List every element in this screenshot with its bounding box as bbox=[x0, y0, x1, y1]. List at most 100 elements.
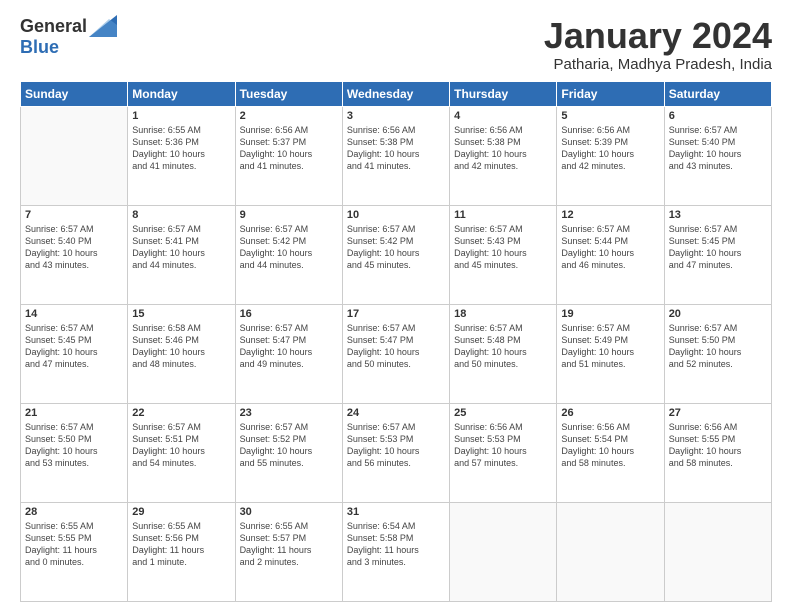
day-content: Sunrise: 6:56 AM Sunset: 5:55 PM Dayligh… bbox=[669, 421, 767, 470]
header: General Blue January 2024 Patharia, Madh… bbox=[20, 16, 772, 73]
calendar-cell: 30Sunrise: 6:55 AM Sunset: 5:57 PM Dayli… bbox=[235, 502, 342, 601]
calendar-cell bbox=[557, 502, 664, 601]
weekday-header-tuesday: Tuesday bbox=[235, 81, 342, 106]
day-number: 19 bbox=[561, 308, 659, 320]
day-content: Sunrise: 6:56 AM Sunset: 5:54 PM Dayligh… bbox=[561, 421, 659, 470]
day-content: Sunrise: 6:57 AM Sunset: 5:41 PM Dayligh… bbox=[132, 223, 230, 272]
day-content: Sunrise: 6:56 AM Sunset: 5:53 PM Dayligh… bbox=[454, 421, 552, 470]
day-content: Sunrise: 6:57 AM Sunset: 5:40 PM Dayligh… bbox=[669, 124, 767, 173]
calendar-cell: 12 Sunrise: 6:57 AM Sunset: 5:44 PM Dayli… bbox=[557, 205, 664, 304]
day-number: 17 bbox=[347, 308, 445, 320]
calendar-cell: 17 Sunrise: 6:57 AM Sunset: 5:47 PM Dayli… bbox=[342, 304, 449, 403]
calendar-cell: 13 Sunrise: 6:57 AM Sunset: 5:45 PM Dayli… bbox=[664, 205, 771, 304]
calendar-cell: 6 Sunrise: 6:57 AM Sunset: 5:40 PM Daylig… bbox=[664, 106, 771, 205]
calendar-cell: 22 Sunrise: 6:57 AM Sunset: 5:51 PM Dayli… bbox=[128, 403, 235, 502]
day-number: 27 bbox=[669, 407, 767, 419]
calendar-cell: 28 Sunrise: 6:55 AM Sunset: 5:55 PM Dayli… bbox=[21, 502, 128, 601]
calendar-cell: 1 Sunrise: 6:55 AM Sunset: 5:36 PM Daylig… bbox=[128, 106, 235, 205]
day-content: Sunrise: 6:54 AM Sunset: 5:58 PM Dayligh… bbox=[347, 520, 445, 569]
day-number: 22 bbox=[132, 407, 230, 419]
day-content: Sunrise: 6:56 AM Sunset: 5:38 PM Dayligh… bbox=[454, 124, 552, 173]
day-number: 1 bbox=[132, 110, 230, 122]
day-number: 13 bbox=[669, 209, 767, 221]
day-number: 8 bbox=[132, 209, 230, 221]
week-row-5: 28 Sunrise: 6:55 AM Sunset: 5:55 PM Dayli… bbox=[21, 502, 772, 601]
logo: General Blue bbox=[20, 16, 117, 58]
day-number: 21 bbox=[25, 407, 123, 419]
calendar-cell: 20 Sunrise: 6:57 AM Sunset: 5:50 PM Dayli… bbox=[664, 304, 771, 403]
day-content: Sunrise: 6:57 AM Sunset: 5:45 PM Dayligh… bbox=[25, 322, 123, 371]
title-area: January 2024 Patharia, Madhya Pradesh, I… bbox=[544, 16, 772, 73]
weekday-header-thursday: Thursday bbox=[450, 81, 557, 106]
calendar-cell: 21 Sunrise: 6:57 AM Sunset: 5:50 PM Dayli… bbox=[21, 403, 128, 502]
day-content: Sunrise: 6:57 AM Sunset: 5:42 PM Dayligh… bbox=[240, 223, 338, 272]
week-row-2: 7Sunrise: 6:57 AM Sunset: 5:40 PM Daylig… bbox=[21, 205, 772, 304]
day-number: 11 bbox=[454, 209, 552, 221]
calendar-cell: 9 Sunrise: 6:57 AM Sunset: 5:42 PM Daylig… bbox=[235, 205, 342, 304]
calendar-cell: 10 Sunrise: 6:57 AM Sunset: 5:42 PM Dayli… bbox=[342, 205, 449, 304]
week-row-3: 14 Sunrise: 6:57 AM Sunset: 5:45 PM Dayli… bbox=[21, 304, 772, 403]
calendar-cell: 24Sunrise: 6:57 AM Sunset: 5:53 PM Dayli… bbox=[342, 403, 449, 502]
weekday-header-saturday: Saturday bbox=[664, 81, 771, 106]
day-number: 10 bbox=[347, 209, 445, 221]
calendar-cell: 3Sunrise: 6:56 AM Sunset: 5:38 PM Daylig… bbox=[342, 106, 449, 205]
day-content: Sunrise: 6:56 AM Sunset: 5:38 PM Dayligh… bbox=[347, 124, 445, 173]
day-number: 2 bbox=[240, 110, 338, 122]
calendar-table: SundayMondayTuesdayWednesdayThursdayFrid… bbox=[20, 81, 772, 602]
day-content: Sunrise: 6:58 AM Sunset: 5:46 PM Dayligh… bbox=[132, 322, 230, 371]
calendar-cell bbox=[664, 502, 771, 601]
calendar-cell: 15Sunrise: 6:58 AM Sunset: 5:46 PM Dayli… bbox=[128, 304, 235, 403]
day-content: Sunrise: 6:57 AM Sunset: 5:45 PM Dayligh… bbox=[669, 223, 767, 272]
day-content: Sunrise: 6:57 AM Sunset: 5:43 PM Dayligh… bbox=[454, 223, 552, 272]
location-title: Patharia, Madhya Pradesh, India bbox=[544, 56, 772, 73]
day-content: Sunrise: 6:55 AM Sunset: 5:55 PM Dayligh… bbox=[25, 520, 123, 569]
day-content: Sunrise: 6:56 AM Sunset: 5:37 PM Dayligh… bbox=[240, 124, 338, 173]
day-number: 16 bbox=[240, 308, 338, 320]
weekday-header-monday: Monday bbox=[128, 81, 235, 106]
day-content: Sunrise: 6:57 AM Sunset: 5:47 PM Dayligh… bbox=[347, 322, 445, 371]
day-content: Sunrise: 6:57 AM Sunset: 5:44 PM Dayligh… bbox=[561, 223, 659, 272]
calendar-cell: 26Sunrise: 6:56 AM Sunset: 5:54 PM Dayli… bbox=[557, 403, 664, 502]
week-row-4: 21 Sunrise: 6:57 AM Sunset: 5:50 PM Dayli… bbox=[21, 403, 772, 502]
day-number: 24 bbox=[347, 407, 445, 419]
day-content: Sunrise: 6:57 AM Sunset: 5:51 PM Dayligh… bbox=[132, 421, 230, 470]
day-content: Sunrise: 6:55 AM Sunset: 5:56 PM Dayligh… bbox=[132, 520, 230, 569]
day-content: Sunrise: 6:57 AM Sunset: 5:50 PM Dayligh… bbox=[669, 322, 767, 371]
logo-icon bbox=[89, 15, 117, 37]
day-content: Sunrise: 6:57 AM Sunset: 5:49 PM Dayligh… bbox=[561, 322, 659, 371]
day-content: Sunrise: 6:55 AM Sunset: 5:36 PM Dayligh… bbox=[132, 124, 230, 173]
day-content: Sunrise: 6:57 AM Sunset: 5:52 PM Dayligh… bbox=[240, 421, 338, 470]
day-content: Sunrise: 6:55 AM Sunset: 5:57 PM Dayligh… bbox=[240, 520, 338, 569]
day-number: 6 bbox=[669, 110, 767, 122]
logo-blue-text: Blue bbox=[20, 37, 59, 57]
calendar-cell bbox=[21, 106, 128, 205]
day-number: 18 bbox=[454, 308, 552, 320]
weekday-header-sunday: Sunday bbox=[21, 81, 128, 106]
calendar-cell: 2 Sunrise: 6:56 AM Sunset: 5:37 PM Daylig… bbox=[235, 106, 342, 205]
day-content: Sunrise: 6:57 AM Sunset: 5:48 PM Dayligh… bbox=[454, 322, 552, 371]
month-title: January 2024 bbox=[544, 16, 772, 56]
calendar-cell: 11 Sunrise: 6:57 AM Sunset: 5:43 PM Dayli… bbox=[450, 205, 557, 304]
weekday-header-friday: Friday bbox=[557, 81, 664, 106]
day-number: 12 bbox=[561, 209, 659, 221]
day-content: Sunrise: 6:57 AM Sunset: 5:42 PM Dayligh… bbox=[347, 223, 445, 272]
calendar-cell: 4Sunrise: 6:56 AM Sunset: 5:38 PM Daylig… bbox=[450, 106, 557, 205]
day-number: 14 bbox=[25, 308, 123, 320]
calendar-cell: 19 Sunrise: 6:57 AM Sunset: 5:49 PM Dayli… bbox=[557, 304, 664, 403]
day-number: 23 bbox=[240, 407, 338, 419]
day-content: Sunrise: 6:57 AM Sunset: 5:50 PM Dayligh… bbox=[25, 421, 123, 470]
day-number: 20 bbox=[669, 308, 767, 320]
calendar-cell: 18 Sunrise: 6:57 AM Sunset: 5:48 PM Dayli… bbox=[450, 304, 557, 403]
day-number: 9 bbox=[240, 209, 338, 221]
weekday-header-wednesday: Wednesday bbox=[342, 81, 449, 106]
day-content: Sunrise: 6:57 AM Sunset: 5:40 PM Dayligh… bbox=[25, 223, 123, 272]
week-row-1: 1 Sunrise: 6:55 AM Sunset: 5:36 PM Daylig… bbox=[21, 106, 772, 205]
calendar-cell: 31Sunrise: 6:54 AM Sunset: 5:58 PM Dayli… bbox=[342, 502, 449, 601]
calendar-cell bbox=[450, 502, 557, 601]
calendar-cell: 23 Sunrise: 6:57 AM Sunset: 5:52 PM Dayli… bbox=[235, 403, 342, 502]
day-number: 28 bbox=[25, 506, 123, 518]
day-content: Sunrise: 6:57 AM Sunset: 5:47 PM Dayligh… bbox=[240, 322, 338, 371]
calendar-cell: 7Sunrise: 6:57 AM Sunset: 5:40 PM Daylig… bbox=[21, 205, 128, 304]
logo-general-text: General bbox=[20, 16, 87, 37]
day-content: Sunrise: 6:56 AM Sunset: 5:39 PM Dayligh… bbox=[561, 124, 659, 173]
